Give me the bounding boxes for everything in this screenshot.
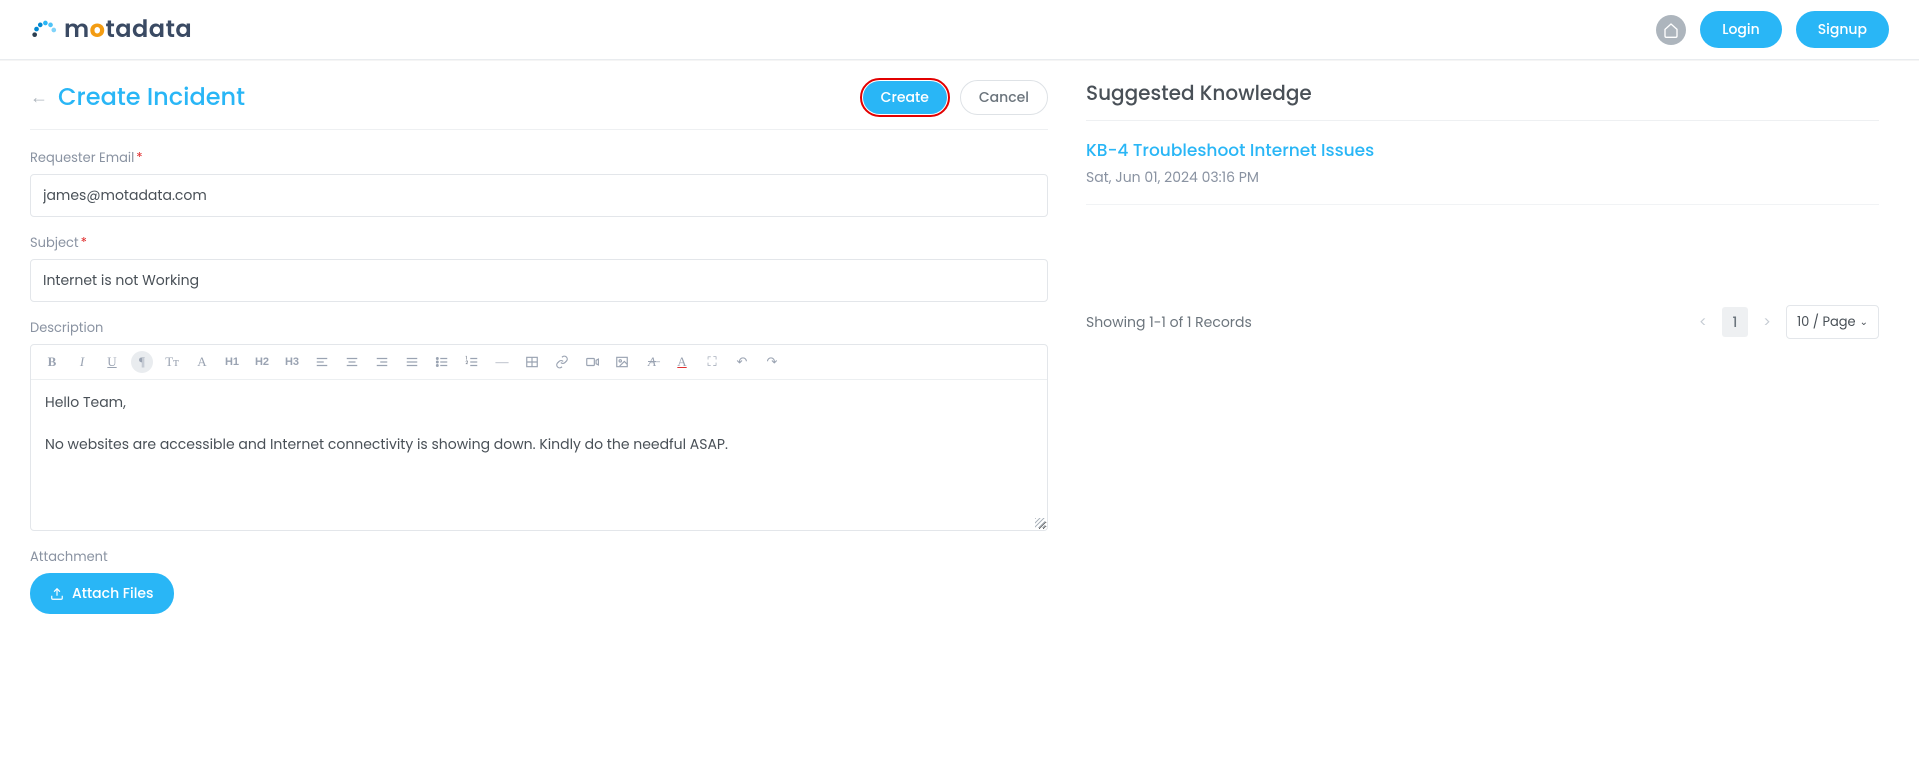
home-icon[interactable]: [1656, 15, 1686, 45]
login-button[interactable]: Login: [1700, 11, 1781, 48]
redo-icon[interactable]: ↷: [761, 351, 783, 373]
table-icon[interactable]: [521, 351, 543, 373]
per-page-value: 10 / Page: [1797, 312, 1856, 332]
svg-text:2: 2: [466, 361, 469, 366]
clear-format-icon[interactable]: A̶: [641, 351, 663, 373]
fullscreen-icon[interactable]: ⛶: [701, 351, 723, 373]
link-icon[interactable]: [551, 351, 573, 373]
suggested-knowledge-title: Suggested Knowledge: [1086, 70, 1879, 121]
italic-icon[interactable]: I: [71, 351, 93, 373]
per-page-select[interactable]: 10 / Page ⌄: [1786, 305, 1879, 339]
ordered-list-icon[interactable]: 12: [461, 351, 483, 373]
pager-prev-icon[interactable]: <: [1690, 307, 1716, 337]
align-center-icon[interactable]: [341, 351, 363, 373]
text-color-icon[interactable]: A: [671, 351, 693, 373]
fontfamily-icon[interactable]: A: [191, 351, 213, 373]
pager-status: Showing 1-1 of 1 Records: [1086, 312, 1252, 333]
brand-logo: motadata: [30, 12, 192, 47]
h2-icon[interactable]: H2: [251, 351, 273, 373]
description-label: Description: [30, 318, 1048, 338]
rte-toolbar: B I U ¶ Tᴛ A H1 H2 H3 12: [31, 345, 1047, 380]
pager-page-current[interactable]: 1: [1722, 307, 1748, 337]
subject-label: Subject*: [30, 233, 1048, 253]
resize-grip-icon[interactable]: [1035, 518, 1045, 528]
kb-item-title[interactable]: KB-4 Troubleshoot Internet Issues: [1086, 137, 1879, 163]
top-actions: Login Signup: [1656, 11, 1889, 48]
attach-files-label: Attach Files: [72, 583, 154, 604]
signup-button[interactable]: Signup: [1796, 11, 1889, 48]
paragraph-icon[interactable]: ¶: [131, 351, 153, 373]
underline-icon[interactable]: U: [101, 351, 123, 373]
kb-item-meta: Sat, Jun 01, 2024 03:16 PM: [1086, 167, 1879, 188]
attachment-label: Attachment: [30, 547, 1048, 567]
rich-text-editor: B I U ¶ Tᴛ A H1 H2 H3 12: [30, 344, 1048, 531]
description-textarea[interactable]: Hello Team, No websites are accessible a…: [31, 380, 1047, 530]
unordered-list-icon[interactable]: [431, 351, 453, 373]
image-icon[interactable]: [611, 351, 633, 373]
create-button[interactable]: Create: [863, 81, 947, 114]
create-button-highlight: Create: [860, 78, 950, 117]
bold-icon[interactable]: B: [41, 351, 63, 373]
back-arrow-icon[interactable]: ←: [30, 89, 48, 107]
video-icon[interactable]: [581, 351, 603, 373]
brand-mark-icon: [30, 16, 58, 44]
pager-next-icon[interactable]: >: [1754, 307, 1780, 337]
upload-icon: [50, 587, 64, 601]
suggested-knowledge-column: Suggested Knowledge KB-4 Troubleshoot In…: [1058, 60, 1899, 630]
align-right-icon[interactable]: [371, 351, 393, 373]
pager: < 1 > 10 / Page ⌄: [1690, 305, 1879, 339]
page-title: Create Incident: [58, 80, 245, 115]
requester-email-input[interactable]: [30, 174, 1048, 217]
brand-text: motadata: [64, 12, 192, 47]
align-justify-icon[interactable]: [401, 351, 423, 373]
subject-input[interactable]: [30, 259, 1048, 302]
chevron-down-icon: ⌄: [1860, 314, 1868, 330]
align-left-icon[interactable]: [311, 351, 333, 373]
cancel-button[interactable]: Cancel: [960, 80, 1048, 115]
incident-form-column: ← Create Incident Create Cancel Requeste…: [20, 60, 1058, 630]
description-line1: Hello Team,: [45, 392, 1033, 413]
requester-email-label: Requester Email*: [30, 148, 1048, 168]
undo-icon[interactable]: ↶: [731, 351, 753, 373]
attach-files-button[interactable]: Attach Files: [30, 573, 174, 614]
description-line2: No websites are accessible and Internet …: [45, 434, 1033, 455]
h3-icon[interactable]: H3: [281, 351, 303, 373]
h1-icon[interactable]: H1: [221, 351, 243, 373]
fontsize-icon[interactable]: Tᴛ: [161, 351, 183, 373]
top-navigation: motadata Login Signup: [0, 0, 1919, 60]
horizontal-rule-icon[interactable]: —: [491, 351, 513, 373]
kb-item[interactable]: KB-4 Troubleshoot Internet Issues Sat, J…: [1086, 121, 1879, 205]
